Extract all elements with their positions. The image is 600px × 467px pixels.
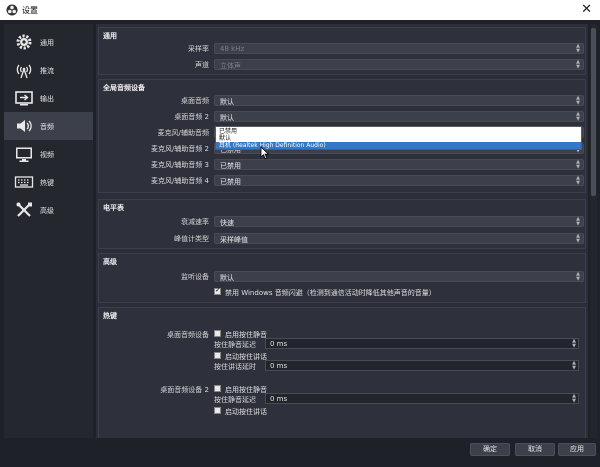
sidebar-item-hotkeys[interactable]: 热键 <box>4 168 93 196</box>
chevron-updown-icon: ▲▼ <box>572 360 576 371</box>
chevron-updown-icon: ▲▼ <box>576 95 580 106</box>
broadcast-icon <box>16 64 32 79</box>
chevron-updown-icon: ▲▼ <box>576 59 580 70</box>
group-title: 通用 <box>103 32 117 40</box>
mic-audio-label: 麦克风/辅助音频 <box>157 129 209 137</box>
checkbox[interactable] <box>214 352 221 359</box>
chevron-updown-icon: ▲▼ <box>572 393 576 404</box>
push-to-mute-delay-2-label: 按住静音延迟 <box>214 396 256 404</box>
sidebar-item-label: 通用 <box>40 39 54 47</box>
dropdown-option-default[interactable]: 默认 <box>216 135 581 142</box>
monitor-device-label: 监听设备 <box>181 273 209 281</box>
sidebar-item-label: 热键 <box>40 179 54 187</box>
window-title: 设置 <box>22 6 38 15</box>
mic-audio-2-label: 麦克风/辅助音频 2 <box>150 145 209 153</box>
checkbox[interactable] <box>214 385 221 392</box>
sidebar-item-label: 视频 <box>40 151 54 159</box>
speaker-icon <box>17 120 32 132</box>
peak-meter-type-select[interactable]: 采样峰值 ▲ ▼ <box>214 233 584 244</box>
hotkey-device-label: 桌面音频设备 <box>167 331 209 339</box>
sidebar-item-label: 高级 <box>40 207 54 215</box>
chevron-updown-icon: ▲▼ <box>576 271 580 282</box>
sample-rate-label: 采样率 <box>188 45 209 53</box>
disable-ducking-checkbox[interactable]: 禁用 Windows 音频闪避（检测到通信活动时降低其他声音的音量） <box>214 286 584 297</box>
mic-audio-3-select[interactable]: 已禁用 ▲ ▼ <box>214 159 584 170</box>
push-to-mute-delay-input[interactable]: 0 ms ▲ ▼ <box>265 338 579 349</box>
sidebar-item-video[interactable]: 视频 <box>4 140 93 168</box>
settings-sidebar: 通用 推流 输出 音频 视频 热键 高级 <box>4 24 93 438</box>
sidebar-item-general[interactable]: 通用 <box>4 28 93 56</box>
content-scrollbar[interactable] <box>590 24 597 438</box>
group-meters: 电平表 衰减速率 快速 ▲ ▼ 峰值计类型 采样峰值 ▲ ▼ <box>98 199 586 249</box>
cancel-button[interactable]: 取消 <box>515 443 555 456</box>
group-title: 全局音频设备 <box>103 84 145 92</box>
title-bar: 设置 ✕ <box>0 0 600 20</box>
dropdown-option-disabled[interactable]: 已禁用 <box>216 128 581 135</box>
decay-rate-label: 衰减速率 <box>181 218 209 226</box>
chevron-updown-icon: ▲▼ <box>576 175 580 186</box>
push-to-mute-delay-label: 按住静音延迟 <box>214 341 256 349</box>
sidebar-item-label: 推流 <box>40 67 54 75</box>
desktop-audio-label: 桌面音频 <box>181 97 209 105</box>
monitor-icon <box>16 147 32 162</box>
sidebar-item-label: 输出 <box>40 95 54 103</box>
chevron-updown-icon: ▲▼ <box>572 338 576 349</box>
desktop-audio-2-dropdown-list: 已禁用 默认 耳机 (Realtek High Definition Audio… <box>215 126 582 150</box>
chevron-updown-icon: ▲▼ <box>576 159 580 170</box>
mouse-cursor-icon <box>260 146 270 160</box>
sidebar-item-stream[interactable]: 推流 <box>4 56 93 84</box>
scrollbar-thumb[interactable] <box>591 28 596 196</box>
chevron-updown-icon: ▲▼ <box>576 216 580 227</box>
close-icon[interactable]: ✕ <box>581 2 592 17</box>
group-title: 电平表 <box>103 204 124 212</box>
desktop-audio-2-label: 桌面音频 2 <box>174 113 209 121</box>
dropdown-option-headphones[interactable]: 耳机 (Realtek High Definition Audio) <box>216 142 581 149</box>
chevron-updown-icon: ▲▼ <box>576 43 580 54</box>
peak-meter-type-label: 峰值计类型 <box>174 235 209 243</box>
group-title: 高级 <box>103 258 117 266</box>
decay-rate-select[interactable]: 快速 ▲ ▼ <box>214 216 584 227</box>
push-to-mute-delay-2-input[interactable]: 0 ms ▲ ▼ <box>265 393 579 404</box>
checkbox[interactable] <box>214 407 221 414</box>
mic-audio-3-label: 麦克风/辅助音频 3 <box>150 161 209 169</box>
ok-button[interactable]: 确定 <box>470 443 510 456</box>
sample-rate-select[interactable]: 48 kHz ▲ ▼ <box>214 43 584 54</box>
monitor-device-select[interactable]: 默认 ▲ ▼ <box>214 271 584 282</box>
enable-push-to-talk-2-checkbox[interactable]: 启动按住讲话 <box>214 406 414 416</box>
apply-button[interactable]: 应用 <box>558 443 596 456</box>
push-to-talk-delay-label: 按住讲话延时 <box>214 363 256 371</box>
group-title: 热键 <box>103 312 117 320</box>
sidebar-item-audio[interactable]: 音频 <box>4 112 93 140</box>
keyboard-icon <box>14 176 34 188</box>
settings-content: 通用 采样率 48 kHz ▲ ▼ 声道 立体声 ▲ ▼ 全局音频设备 桌面音频 默… <box>96 24 588 438</box>
output-icon <box>15 91 33 106</box>
hotkey-device-2-label: 桌面音频设备 2 <box>160 386 209 394</box>
gear-icon <box>16 34 32 50</box>
channels-label: 声道 <box>195 61 209 69</box>
group-hotkeys: 热键 桌面音频设备 启用按住静音 按住静音延迟 0 ms ▲ ▼ 启动按住讲话 按… <box>98 307 586 438</box>
push-to-talk-delay-input[interactable]: 0 ms ▲ ▼ <box>265 360 579 371</box>
desktop-audio-2-select[interactable]: 默认 ▲ ▼ <box>214 111 584 122</box>
channels-select[interactable]: 立体声 ▲ ▼ <box>214 59 584 70</box>
desktop-audio-select[interactable]: 默认 ▲ ▼ <box>214 95 584 106</box>
group-advanced: 高级 监听设备 默认 ▲▼ 禁用 Windows 音频闪避（检测到通信活动时降低… <box>98 253 586 303</box>
mic-audio-4-label: 麦克风/辅助音频 4 <box>150 177 209 185</box>
obs-app-icon <box>6 4 18 16</box>
mic-audio-4-select[interactable]: 已禁用 ▲ ▼ <box>214 175 584 186</box>
chevron-updown-icon: ▲▼ <box>576 233 580 244</box>
checkbox-checked[interactable] <box>214 286 221 295</box>
sidebar-item-advanced[interactable]: 高级 <box>4 196 93 224</box>
sidebar-item-label: 音频 <box>40 123 54 131</box>
sidebar-item-output[interactable]: 输出 <box>4 84 93 112</box>
group-general: 通用 采样率 48 kHz ▲ ▼ 声道 立体声 ▲ ▼ <box>98 27 586 75</box>
checkbox[interactable] <box>214 330 221 337</box>
chevron-updown-icon: ▲▼ <box>576 111 580 122</box>
tools-icon <box>16 202 32 217</box>
